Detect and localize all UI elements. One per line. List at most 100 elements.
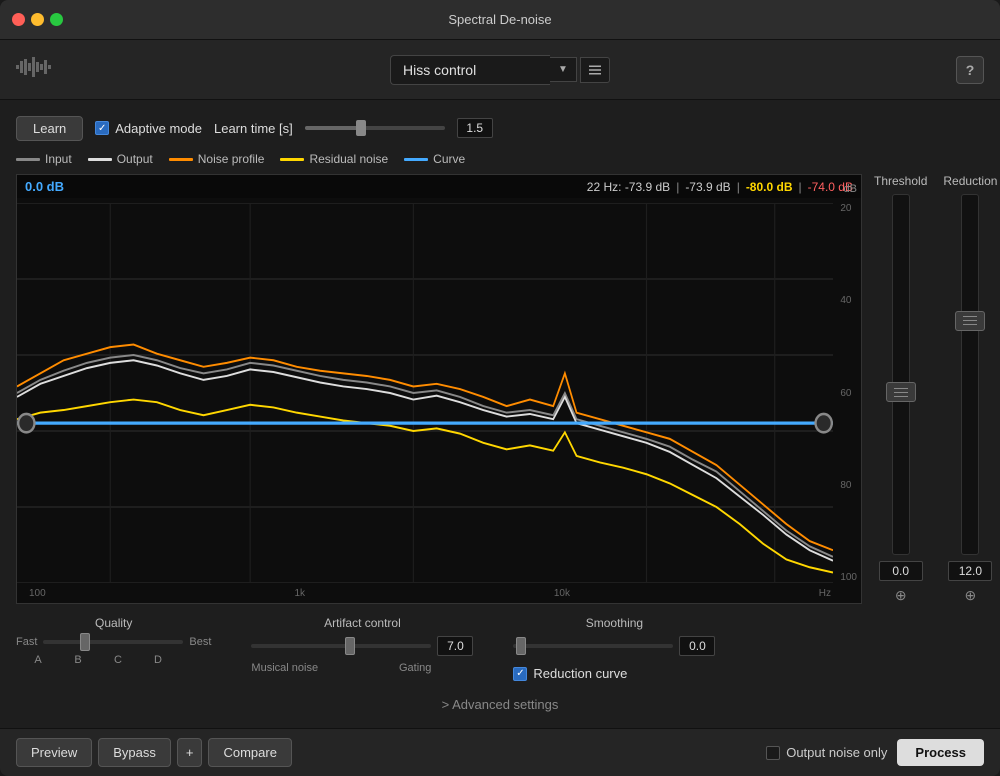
db-label-60: 60: [840, 388, 857, 399]
reduction-track[interactable]: [961, 194, 979, 555]
slider-grip-line: [894, 396, 908, 397]
smoothing-slider-row: 0.0: [513, 636, 715, 656]
legend-row: Input Output Noise profile Residual nois…: [16, 152, 984, 166]
artifact-track[interactable]: [251, 644, 431, 648]
quality-fast-label: Fast: [16, 636, 37, 648]
chart-info-bar: 0.0 dB 22 Hz: -73.9 dB | -73.9 dB | -80.…: [17, 175, 861, 198]
quality-tick-d: D: [138, 654, 178, 666]
smoothing-value[interactable]: 0.0: [679, 636, 715, 656]
learn-time-label: Learn time [s]: [214, 121, 293, 136]
minimize-button[interactable]: [31, 13, 44, 26]
maximize-button[interactable]: [50, 13, 63, 26]
close-button[interactable]: [12, 13, 25, 26]
threshold-thumb[interactable]: [886, 382, 916, 402]
footer-left: Preview Bypass + Compare: [16, 738, 292, 767]
freq-label: 22 Hz: -73.9 dB: [587, 180, 670, 194]
preset-dropdown[interactable]: Hiss control ▼: [390, 55, 610, 85]
legend-noise-profile: Noise profile: [169, 152, 265, 166]
legend-residual-noise: Residual noise: [280, 152, 388, 166]
process-button[interactable]: Process: [897, 739, 984, 766]
db-labels: 20 40 60 80 100: [840, 203, 857, 583]
reduction-label: Reduction: [943, 174, 997, 188]
hz-label-100: 100: [29, 588, 46, 599]
legend-curve: Curve: [404, 152, 465, 166]
output-line-icon: [88, 158, 112, 161]
quality-track[interactable]: [43, 640, 183, 644]
reduction-thumb[interactable]: [955, 311, 985, 331]
main-window: Spectral De-noise Hiss control ▼: [0, 0, 1000, 776]
top-controls-row: Learn ✓ Adaptive mode Learn time [s] 1.5: [16, 112, 984, 144]
smoothing-thumb[interactable]: [516, 637, 526, 655]
toolbar: Hiss control ▼ ?: [0, 40, 1000, 100]
quality-title: Quality: [16, 616, 211, 630]
learn-time-track[interactable]: [305, 126, 445, 130]
threshold-label: Threshold: [874, 174, 927, 188]
artifact-slider-row: 7.0: [251, 636, 473, 656]
output-noise-label: Output noise only: [766, 745, 887, 760]
hz-label-unit: Hz: [819, 588, 831, 599]
main-content: Learn ✓ Adaptive mode Learn time [s] 1.5…: [0, 100, 1000, 728]
quality-group: Quality Fast Best A B C D: [16, 616, 211, 666]
smoothing-track[interactable]: [513, 644, 673, 648]
window-title: Spectral De-noise: [448, 12, 551, 27]
legend-input: Input: [16, 152, 72, 166]
quality-thumb[interactable]: [80, 633, 90, 651]
slider-grip-line: [894, 388, 908, 389]
waveform-icon: [16, 55, 56, 85]
hz-label-1k: 1k: [294, 588, 305, 599]
slider-grip-line: [963, 324, 977, 325]
footer-right: Output noise only Process: [766, 739, 984, 766]
reduction-curve-checkbox[interactable]: ✓: [513, 667, 527, 681]
threshold-slider-group: Threshold 0.0 ⊕: [874, 174, 927, 604]
learn-time-slider[interactable]: [305, 126, 445, 130]
preview-button[interactable]: Preview: [16, 738, 92, 767]
db-label-80: 80: [840, 480, 857, 491]
input-line-icon: [16, 158, 40, 161]
smoothing-group: Smoothing 0.0 ✓ Reduction curve: [513, 616, 715, 681]
plus-button[interactable]: +: [177, 738, 203, 767]
db-display: 0.0 dB: [25, 179, 64, 194]
threshold-value[interactable]: 0.0: [879, 561, 923, 581]
freq-val-orange: -80.0 dB: [746, 180, 793, 194]
artifact-label-right: Gating: [399, 662, 431, 674]
titlebar: Spectral De-noise: [0, 0, 1000, 40]
threshold-link-icon[interactable]: ⊕: [895, 587, 907, 604]
spectrum-chart[interactable]: 0.0 dB 22 Hz: -73.9 dB | -73.9 dB | -80.…: [16, 174, 862, 604]
bypass-button[interactable]: Bypass: [98, 738, 171, 767]
advanced-settings-toggle[interactable]: > Advanced settings: [16, 693, 984, 716]
quality-best-label: Best: [189, 636, 211, 648]
artifact-group: Artifact control 7.0 Musical noise Gatin…: [251, 616, 473, 674]
footer: Preview Bypass + Compare Output noise on…: [0, 728, 1000, 776]
preset-dropdown-arrow[interactable]: ▼: [550, 57, 577, 82]
preset-select-display[interactable]: Hiss control: [390, 55, 550, 85]
learn-time-value[interactable]: 1.5: [457, 118, 493, 138]
learn-time-thumb[interactable]: [356, 120, 366, 136]
slider-grip-line: [894, 392, 908, 393]
artifact-label-left: Musical noise: [251, 662, 318, 674]
db-label-40: 40: [840, 295, 857, 306]
reduction-value[interactable]: 12.0: [948, 561, 992, 581]
reduction-link-icon[interactable]: ⊕: [965, 587, 977, 604]
adaptive-mode-checkbox[interactable]: ✓: [95, 121, 109, 135]
help-button[interactable]: ?: [956, 56, 984, 84]
freq-val-white: -73.9 dB: [685, 180, 730, 194]
output-noise-checkbox[interactable]: [766, 746, 780, 760]
learn-button[interactable]: Learn: [16, 116, 83, 141]
chart-section: 0.0 dB 22 Hz: -73.9 dB | -73.9 dB | -80.…: [16, 174, 984, 604]
hz-label-10k: 10k: [554, 588, 570, 599]
hz-labels: 100 1k 10k Hz: [29, 588, 831, 599]
adaptive-mode-label: ✓ Adaptive mode: [95, 121, 202, 136]
compare-button[interactable]: Compare: [208, 738, 291, 767]
quality-tick-c: C: [98, 654, 138, 666]
db-label-20: 20: [840, 203, 857, 214]
reduction-curve-label: ✓ Reduction curve: [513, 666, 715, 681]
preset-menu-button[interactable]: [580, 57, 610, 83]
quality-tick-b: B: [58, 654, 98, 666]
artifact-thumb[interactable]: [345, 637, 355, 655]
threshold-track[interactable]: [892, 194, 910, 555]
artifact-value[interactable]: 7.0: [437, 636, 473, 656]
sliders-section: Threshold 0.0 ⊕: [874, 174, 984, 604]
traffic-lights: [12, 13, 63, 26]
chart-svg: [17, 203, 833, 583]
db-unit: dB: [844, 183, 857, 195]
